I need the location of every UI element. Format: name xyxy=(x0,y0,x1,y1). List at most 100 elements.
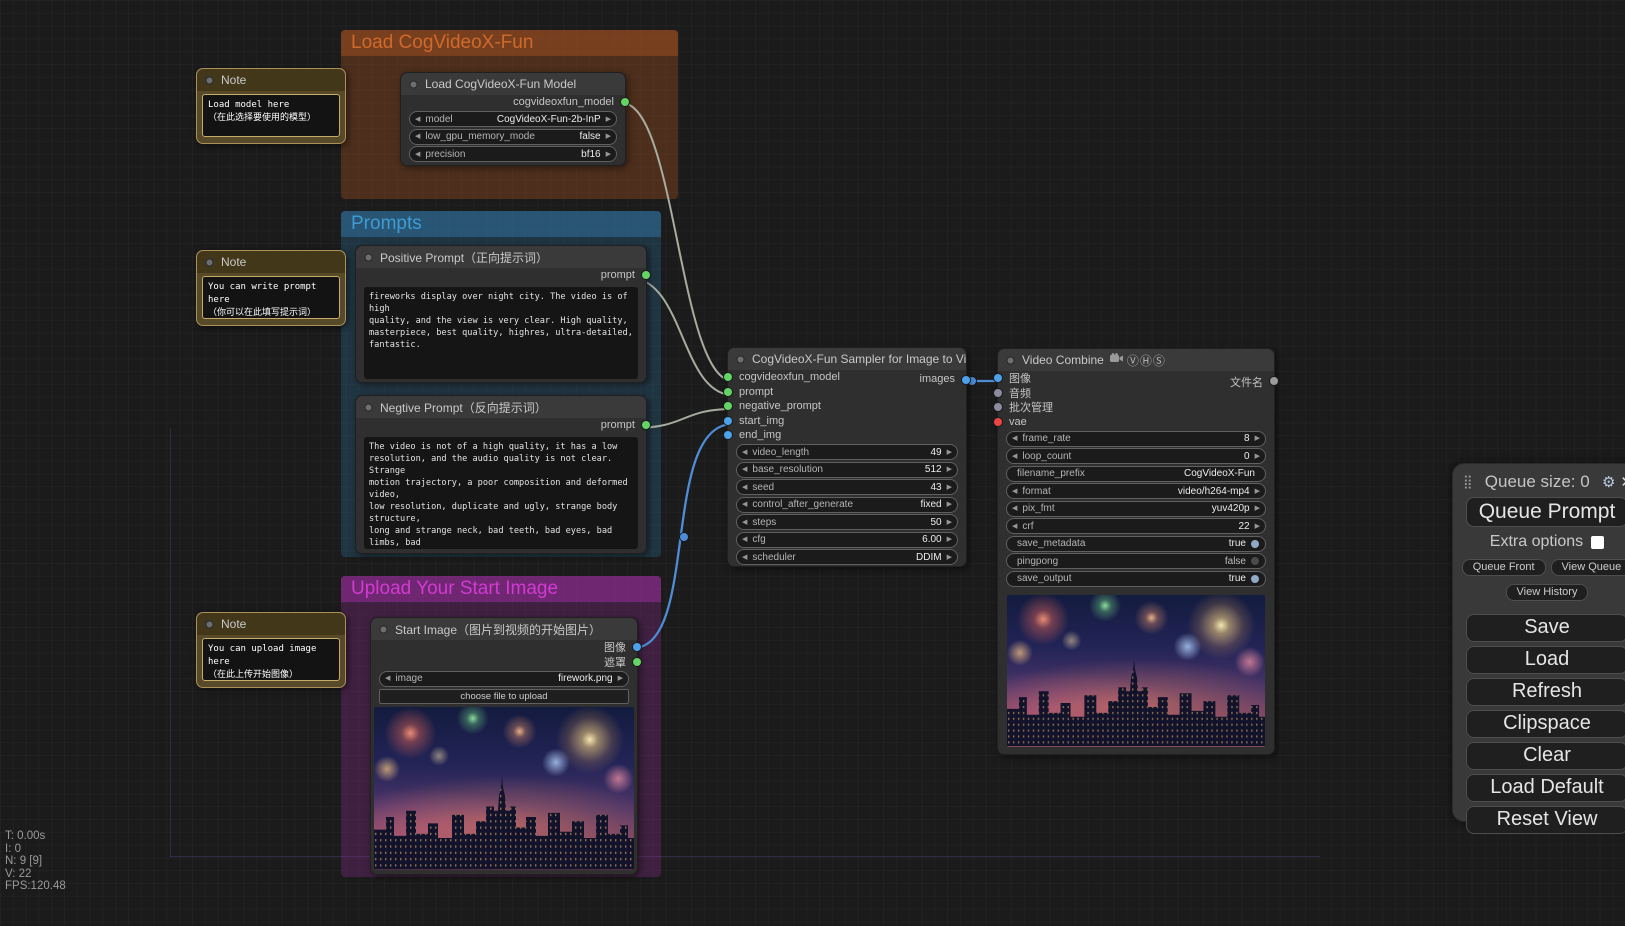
output-slot-model[interactable]: cogvideoxfun_model xyxy=(401,95,625,110)
link-midpoint-dot[interactable] xyxy=(680,533,689,542)
note-text[interactable]: You can write prompt here （你可以在此填写提示词） xyxy=(202,276,340,319)
close-icon[interactable]: ✕ xyxy=(1620,473,1625,491)
node-sampler[interactable]: CogVideoX-Fun Sampler for Image to Video… xyxy=(727,347,967,567)
note-node-model[interactable]: Note Load model here （在此选择要使用的模型） xyxy=(196,68,346,144)
arrow-left-icon[interactable]: ◀ xyxy=(742,449,747,456)
view-history-button[interactable]: View History xyxy=(1506,584,1589,601)
widget-value[interactable]: 6.00 xyxy=(922,534,941,545)
output-dot-icon[interactable] xyxy=(642,271,650,279)
input-slot-start-img[interactable]: start_img xyxy=(728,414,966,429)
widget-value[interactable]: false xyxy=(579,131,600,142)
input-slot-model[interactable]: cogvideoxfun_model xyxy=(728,370,966,385)
output-dot-icon[interactable] xyxy=(633,643,641,651)
view-queue-button[interactable]: View Queue xyxy=(1551,559,1625,576)
node-video-combine[interactable]: Video Combine ⓋⒽⓈ 文件名 图像 音频 批次管理 vae ◀ xyxy=(997,348,1275,755)
widget-value[interactable]: 49 xyxy=(930,447,941,458)
widget-value[interactable]: CogVideoX-Fun-2b-InP xyxy=(497,114,601,125)
widget-value[interactable]: 512 xyxy=(925,464,942,475)
queue-front-button[interactable]: Queue Front xyxy=(1462,559,1546,576)
input-dot-icon[interactable] xyxy=(724,431,732,439)
widget-loop-count[interactable]: ◀ loop_count 0 ▶ xyxy=(1006,448,1266,464)
refresh-button[interactable]: Refresh xyxy=(1466,678,1625,706)
collapse-dot-icon[interactable] xyxy=(379,625,388,634)
widget-value[interactable]: true xyxy=(1229,538,1246,549)
node-negative-prompt[interactable]: Negtive Prompt（反向提示词） prompt The video i… xyxy=(355,395,647,554)
node-title-bar[interactable]: Positive Prompt（正向提示词） xyxy=(356,246,646,268)
arrow-right-icon[interactable]: ▶ xyxy=(618,675,623,682)
toggle-on-icon[interactable] xyxy=(1251,575,1259,583)
toggle-off-icon[interactable] xyxy=(1251,557,1259,565)
load-default-button[interactable]: Load Default xyxy=(1466,774,1625,802)
arrow-left-icon[interactable]: ◀ xyxy=(742,536,747,543)
arrow-right-icon[interactable]: ▶ xyxy=(947,536,952,543)
input-dot-icon[interactable] xyxy=(724,417,732,425)
choose-file-button[interactable]: choose file to upload xyxy=(379,689,629,704)
queue-prompt-button[interactable]: Queue Prompt xyxy=(1466,497,1625,527)
input-slot-audio[interactable]: 音频 xyxy=(998,386,1274,401)
arrow-left-icon[interactable]: ◀ xyxy=(1012,453,1017,460)
arrow-left-icon[interactable]: ◀ xyxy=(415,151,420,158)
input-slot-prompt[interactable]: prompt xyxy=(728,385,966,400)
node-load-model[interactable]: Load CogVideoX-Fun Model cogvideoxfun_mo… xyxy=(400,72,626,166)
node-title-bar[interactable]: Negtive Prompt（反向提示词） xyxy=(356,396,646,418)
note-node-image[interactable]: Note You can upload image here （在此上传开始图像… xyxy=(196,612,346,688)
widget-save-output[interactable]: save_output true xyxy=(1006,571,1266,587)
widget-scheduler[interactable]: ◀ scheduler DDIM ▶ xyxy=(736,549,958,565)
input-slot-negative-prompt[interactable]: negative_prompt xyxy=(728,399,966,414)
arrow-right-icon[interactable]: ▶ xyxy=(947,466,952,473)
reset-view-button[interactable]: Reset View xyxy=(1466,806,1625,834)
widget-frame-rate[interactable]: ◀ frame_rate 8 ▶ xyxy=(1006,431,1266,447)
clipspace-button[interactable]: Clipspace xyxy=(1466,710,1625,738)
output-dot-icon[interactable] xyxy=(621,98,629,106)
arrow-left-icon[interactable]: ◀ xyxy=(1012,523,1017,530)
arrow-left-icon[interactable]: ◀ xyxy=(415,116,420,123)
widget-format[interactable]: ◀ format video/h264-mp4 ▶ xyxy=(1006,483,1266,499)
output-dot-icon[interactable] xyxy=(642,421,650,429)
arrow-left-icon[interactable]: ◀ xyxy=(1012,505,1017,512)
settings-gear-icon[interactable]: ⚙ xyxy=(1602,473,1615,491)
widget-seed[interactable]: ◀ seed 43 ▶ xyxy=(736,479,958,495)
widget-value[interactable]: false xyxy=(1225,556,1246,567)
arrow-right-icon[interactable]: ▶ xyxy=(1255,505,1260,512)
widget-value[interactable]: DDIM xyxy=(916,552,942,563)
widget-value[interactable]: video/h264-mp4 xyxy=(1178,486,1250,497)
widget-value[interactable]: 43 xyxy=(930,482,941,493)
note-text[interactable]: You can upload image here （在此上传开始图像） xyxy=(202,638,340,681)
arrow-left-icon[interactable]: ◀ xyxy=(742,484,747,491)
widget-pix-fmt[interactable]: ◀ pix_fmt yuv420p ▶ xyxy=(1006,501,1266,517)
widget-crf[interactable]: ◀ crf 22 ▶ xyxy=(1006,518,1266,534)
widget-low-gpu-memory-mode[interactable]: ◀ low_gpu_memory_mode false ▶ xyxy=(409,129,617,145)
note-title-bar[interactable]: Note xyxy=(197,613,345,635)
widget-filename-prefix[interactable]: filename_prefix CogVideoX-Fun xyxy=(1006,466,1266,482)
arrow-right-icon[interactable]: ▶ xyxy=(947,501,952,508)
input-dot-icon[interactable] xyxy=(994,418,1002,426)
input-dot-icon[interactable] xyxy=(724,402,732,410)
widget-cfg[interactable]: ◀ cfg 6.00 ▶ xyxy=(736,532,958,548)
arrow-right-icon[interactable]: ▶ xyxy=(606,151,611,158)
toggle-on-icon[interactable] xyxy=(1251,540,1259,548)
input-dot-icon[interactable] xyxy=(994,374,1002,382)
widget-precision[interactable]: ◀ precision bf16 ▶ xyxy=(409,146,617,162)
output-dot-icon[interactable] xyxy=(633,658,641,666)
collapse-dot-icon[interactable] xyxy=(409,80,418,89)
note-title-bar[interactable]: Note xyxy=(197,69,345,91)
widget-value[interactable]: true xyxy=(1229,573,1246,584)
widget-value[interactable]: 22 xyxy=(1238,521,1249,532)
widget-control-after-generate[interactable]: ◀ control_after_generate fixed ▶ xyxy=(736,497,958,513)
arrow-right-icon[interactable]: ▶ xyxy=(606,133,611,140)
widget-value[interactable]: fixed xyxy=(920,499,941,510)
clear-button[interactable]: Clear xyxy=(1466,742,1625,770)
input-dot-icon[interactable] xyxy=(724,388,732,396)
collapse-dot-icon[interactable] xyxy=(205,258,214,267)
queue-panel[interactable]: ⣿ Queue size: 0 ⚙ ✕ Queue Prompt Extra o… xyxy=(1452,463,1625,822)
arrow-left-icon[interactable]: ◀ xyxy=(1012,435,1017,442)
widget-video-length[interactable]: ◀ video_length 49 ▶ xyxy=(736,444,958,460)
arrow-left-icon[interactable]: ◀ xyxy=(742,519,747,526)
arrow-left-icon[interactable]: ◀ xyxy=(742,501,747,508)
output-slot-prompt[interactable]: prompt xyxy=(356,268,646,283)
save-button[interactable]: Save xyxy=(1466,614,1625,642)
node-start-image[interactable]: Start Image（图片到视频的开始图片） 图像 遮罩 ◀ image fi… xyxy=(370,617,638,875)
arrow-right-icon[interactable]: ▶ xyxy=(947,519,952,526)
input-dot-icon[interactable] xyxy=(994,389,1002,397)
collapse-dot-icon[interactable] xyxy=(736,355,745,364)
